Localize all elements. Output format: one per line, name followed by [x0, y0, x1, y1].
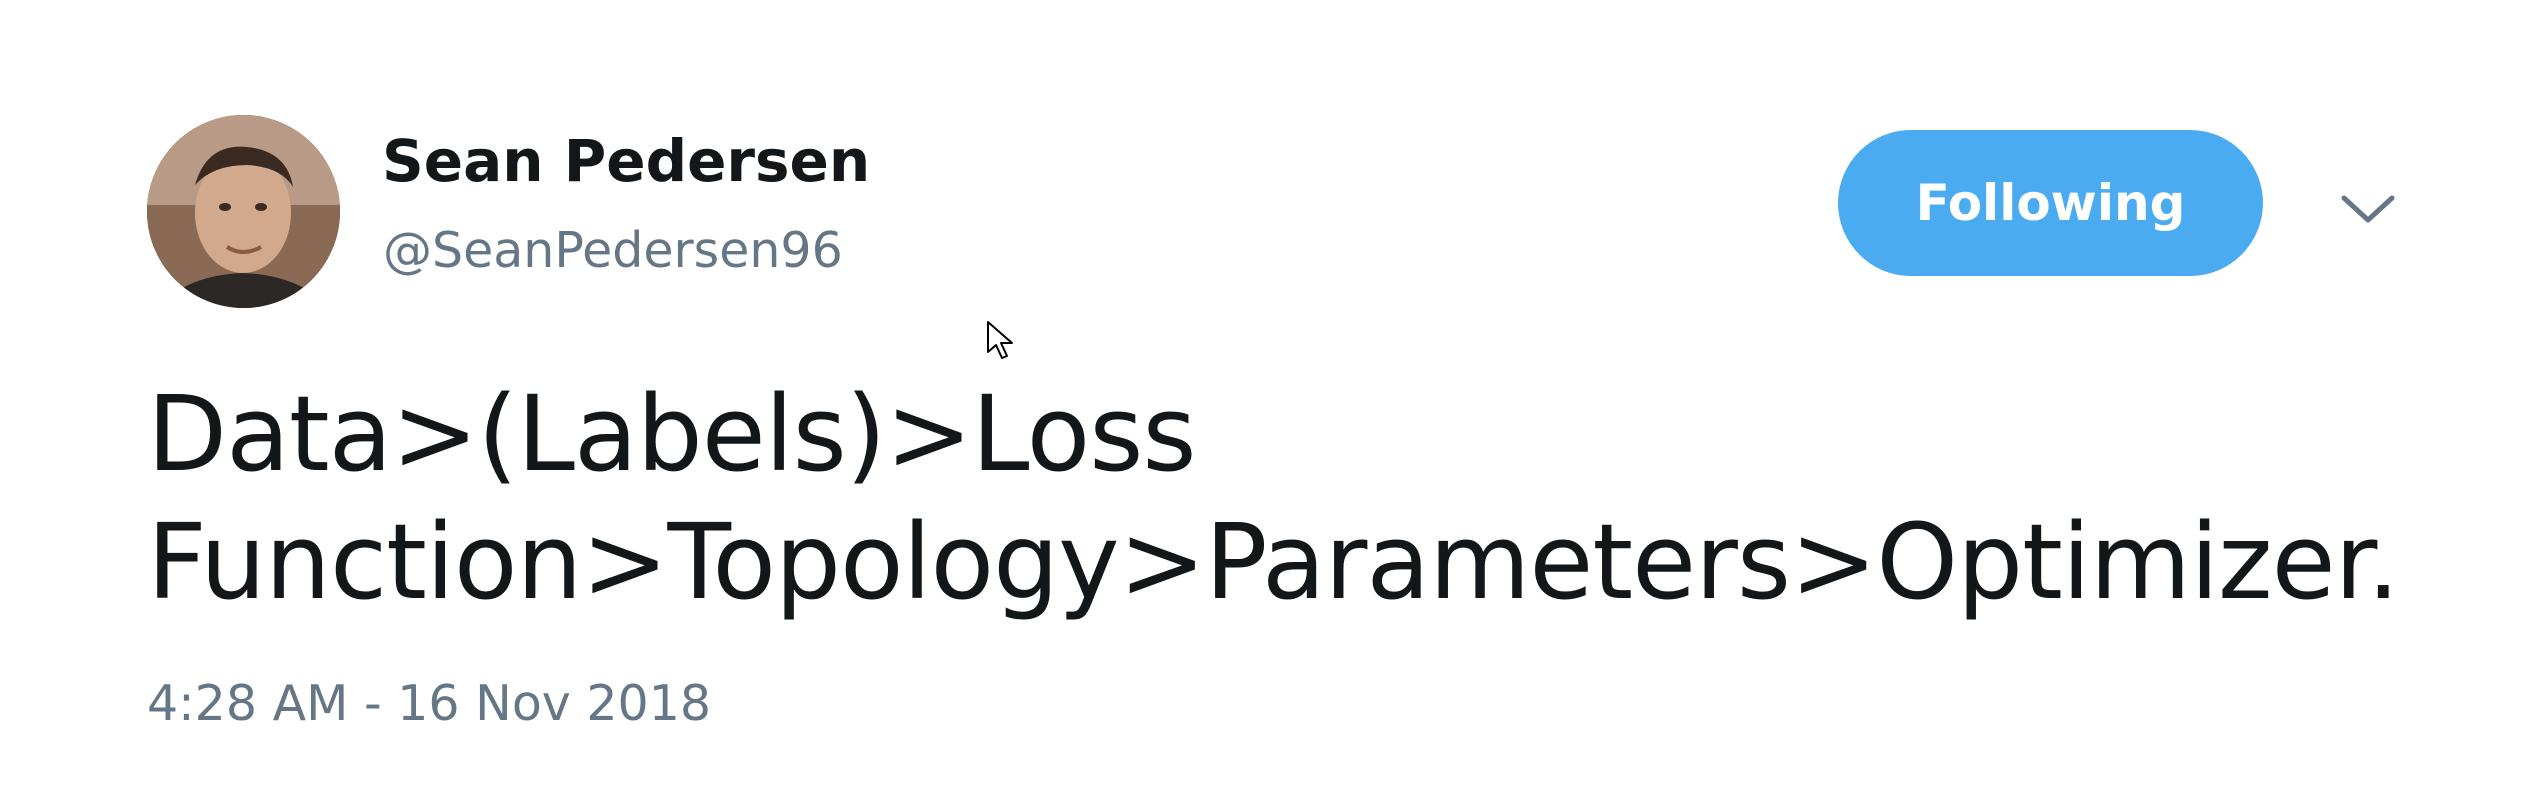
mouse-cursor-icon: [986, 320, 1016, 362]
tweet-text-line: Function>Topology>Parameters>Optimizer.: [147, 501, 2400, 623]
chevron-down-icon[interactable]: [2338, 190, 2398, 230]
tweet-text: Data>(Labels)>Loss Function>Topology>Par…: [147, 370, 2400, 626]
tweet-card: Sean Pedersen @SeanPedersen96 Following …: [0, 0, 2533, 800]
avatar-portrait: [147, 115, 340, 308]
avatar[interactable]: [147, 115, 340, 308]
following-button[interactable]: Following: [1838, 130, 2263, 276]
tweet-text-line: Data>(Labels)>Loss: [147, 373, 1197, 495]
tweet-timestamp[interactable]: 4:28 AM - 16 Nov 2018: [147, 674, 711, 734]
author-handle[interactable]: @SeanPedersen96: [383, 221, 843, 281]
author-display-name[interactable]: Sean Pedersen: [382, 126, 870, 196]
